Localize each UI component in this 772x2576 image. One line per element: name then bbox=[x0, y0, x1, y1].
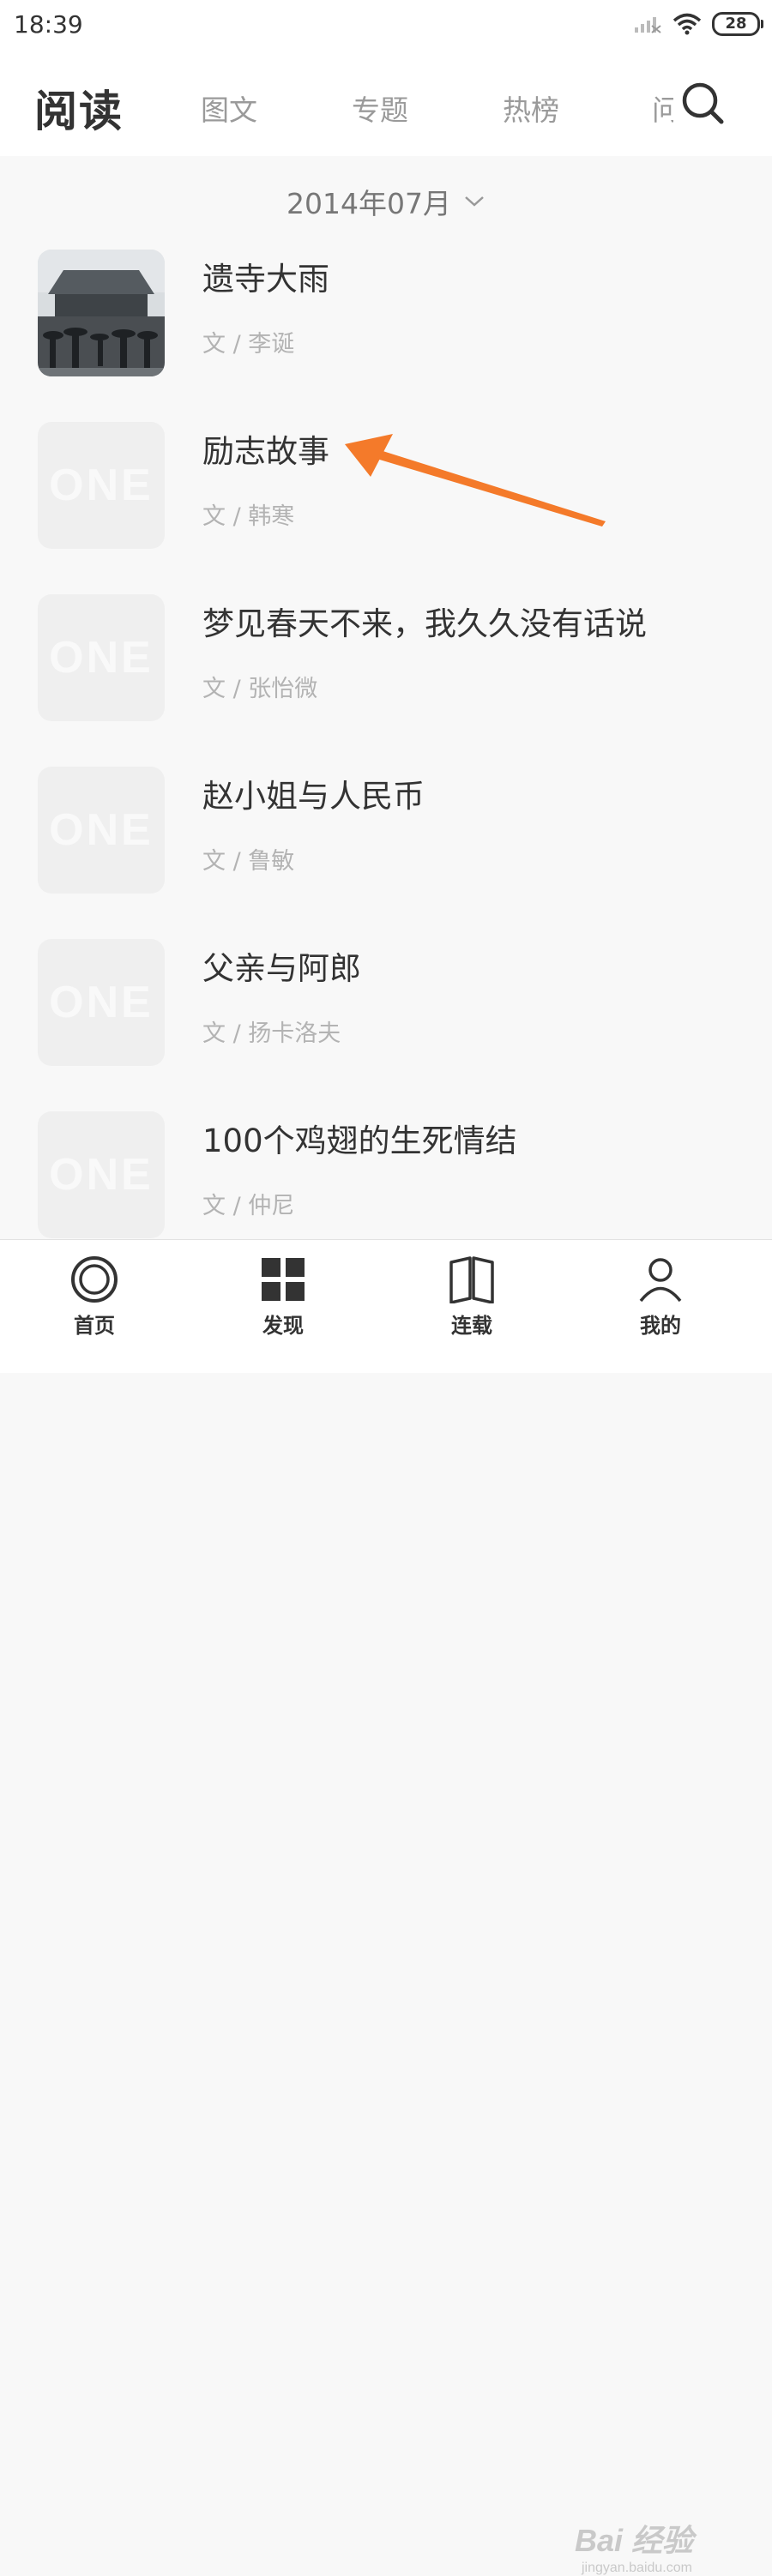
nav-me-label: 我的 bbox=[640, 1314, 681, 1338]
nav-serial-label: 连载 bbox=[451, 1314, 492, 1338]
status-bar: 18:39 28 bbox=[0, 0, 772, 53]
month-label: 2014年07月 bbox=[286, 187, 451, 220]
user-icon bbox=[639, 1258, 682, 1303]
home-icon bbox=[71, 1256, 118, 1303]
article-author: 文 / 韩寒 bbox=[202, 503, 295, 530]
one-logo: ONE bbox=[49, 460, 154, 510]
chevron-down-icon bbox=[465, 196, 484, 207]
baidu-jingyan-watermark: Bai 经验 jingyan.baidu.com bbox=[575, 2523, 694, 2575]
article-item-5[interactable]: ONE 父亲与阿郎 文 / 扬卡洛夫 bbox=[0, 939, 772, 1110]
article-author: 文 / 鲁敏 bbox=[202, 848, 295, 875]
search-button[interactable] bbox=[673, 74, 733, 134]
grid-icon bbox=[262, 1258, 305, 1301]
one-logo: ONE bbox=[49, 805, 154, 855]
article-title: 励志故事 bbox=[202, 433, 329, 470]
wifi-icon bbox=[672, 13, 702, 35]
article-title: 梦见春天不来，我久久没有话说 bbox=[202, 605, 647, 642]
article-thumbnail-placeholder: ONE bbox=[38, 594, 165, 721]
nav-discover[interactable]: 发现 bbox=[232, 1240, 335, 1373]
tab-question[interactable]: 问 bbox=[652, 87, 673, 129]
one-logo: ONE bbox=[49, 1150, 154, 1200]
article-item-1[interactable]: 遗寺大雨 文 / 李诞 bbox=[0, 250, 772, 421]
nav-discover-label: 发现 bbox=[262, 1314, 304, 1338]
tab-hot-list[interactable]: 热榜 bbox=[503, 87, 559, 129]
signal-icon bbox=[635, 17, 661, 33]
one-logo: ONE bbox=[49, 633, 154, 683]
article-author: 文 / 仲尼 bbox=[202, 1193, 295, 1219]
nav-home-label: 首页 bbox=[74, 1314, 115, 1338]
status-time: 18:39 bbox=[14, 10, 83, 39]
month-selector[interactable]: 2014年07月 bbox=[0, 176, 772, 227]
bottom-navigation: 首页 发现 连载 我的 Bai 经验 jingyan.baidu.com bbox=[0, 1239, 772, 2575]
nav-serial[interactable]: 连载 bbox=[420, 1240, 523, 1373]
article-title: 赵小姐与人民币 bbox=[202, 778, 425, 815]
article-thumbnail-placeholder: ONE bbox=[38, 939, 165, 1066]
tab-topic[interactable]: 专题 bbox=[352, 87, 408, 129]
article-title: 100个鸡翅的生死情结 bbox=[202, 1122, 517, 1159]
article-thumbnail-placeholder: ONE bbox=[38, 422, 165, 549]
article-title: 父亲与阿郎 bbox=[202, 950, 361, 987]
article-author: 文 / 李诞 bbox=[202, 331, 295, 358]
nav-me[interactable]: 我的 bbox=[609, 1240, 712, 1373]
article-author: 文 / 张怡微 bbox=[202, 676, 318, 702]
page-title: 阅读 bbox=[34, 87, 124, 136]
article-item-2[interactable]: ONE 励志故事 文 / 韩寒 bbox=[0, 422, 772, 593]
article-item-4[interactable]: ONE 赵小姐与人民币 文 / 鲁敏 bbox=[0, 767, 772, 938]
article-thumbnail-photo bbox=[38, 250, 165, 376]
tab-graphic[interactable]: 图文 bbox=[201, 87, 257, 129]
article-thumbnail-placeholder: ONE bbox=[38, 1111, 165, 1238]
header: 阅读 图文 专题 热榜 问 bbox=[0, 53, 772, 156]
article-item-3[interactable]: ONE 梦见春天不来，我久久没有话说 文 / 张怡微 bbox=[0, 594, 772, 766]
article-title: 遗寺大雨 bbox=[202, 261, 329, 298]
status-icons: 28 bbox=[633, 12, 763, 36]
battery-indicator: 28 bbox=[712, 12, 763, 36]
nav-home[interactable]: 首页 bbox=[43, 1240, 146, 1373]
article-author: 文 / 扬卡洛夫 bbox=[202, 1020, 341, 1047]
article-thumbnail-placeholder: ONE bbox=[38, 767, 165, 894]
search-icon bbox=[682, 82, 724, 124]
book-icon bbox=[449, 1256, 494, 1303]
one-logo: ONE bbox=[49, 978, 154, 1027]
